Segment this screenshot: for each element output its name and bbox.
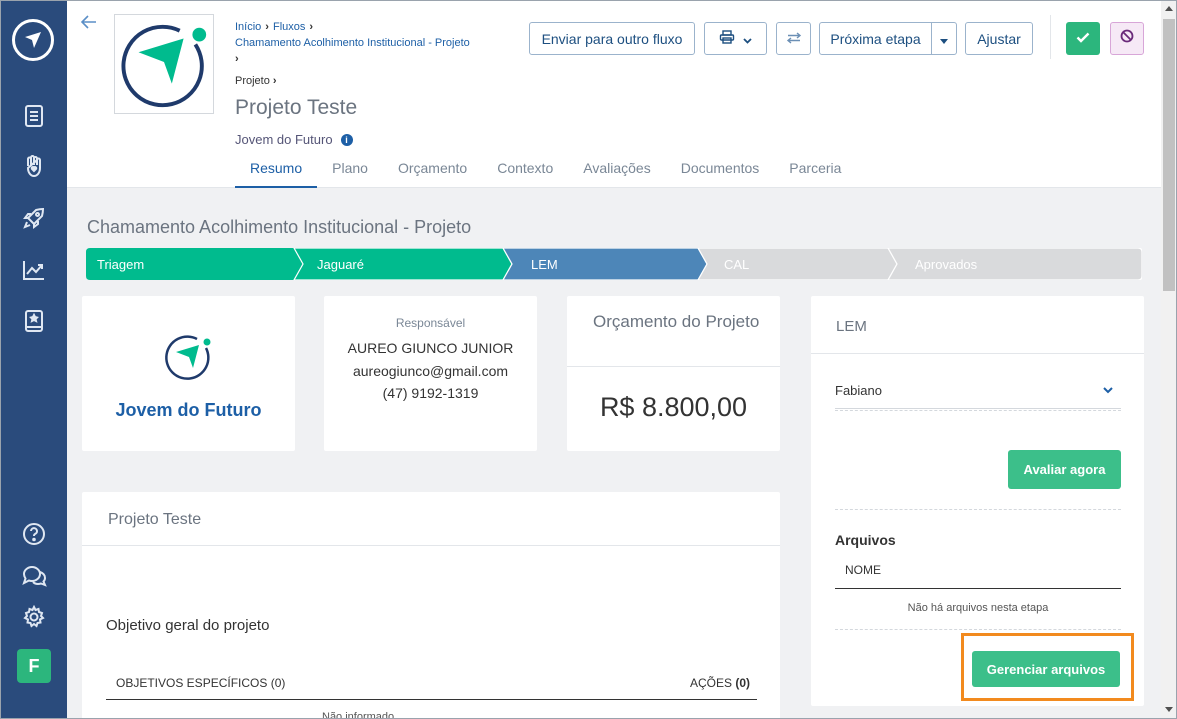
step-aprovados[interactable]: Aprovados xyxy=(915,248,977,280)
tab-documentos[interactable]: Documentos xyxy=(666,151,775,188)
tab-orcamento[interactable]: Orçamento xyxy=(383,151,482,188)
next-step-dropdown[interactable] xyxy=(931,22,957,55)
app-logo-icon[interactable] xyxy=(12,19,54,61)
organization-card: Jovem do Futuro xyxy=(82,296,295,451)
responsible-email: aureogiunco@gmail.com xyxy=(352,363,509,379)
app-window: F Início › Fluxos › Chamamento Acolhimento … xyxy=(0,0,1177,719)
step-jaguare[interactable]: Jaguaré xyxy=(317,248,364,280)
adjust-button[interactable]: Ajustar xyxy=(965,22,1033,55)
scrollbar-thumb[interactable] xyxy=(1163,19,1175,291)
organization-link[interactable]: Jovem do Futuro i xyxy=(235,132,353,147)
tab-parceria[interactable]: Parceria xyxy=(774,151,856,188)
chart-icon[interactable] xyxy=(20,256,48,284)
sidebar: F xyxy=(1,1,67,718)
actions-header: AÇÕES (0) xyxy=(690,676,750,690)
responsible-card: Responsável AUREO GIUNCO JUNIOR aureogiu… xyxy=(324,296,537,451)
chevron-down-icon xyxy=(743,31,752,47)
objectives-table-header-line xyxy=(106,699,757,700)
swap-button[interactable] xyxy=(776,22,811,55)
page-title: Projeto Teste xyxy=(235,96,358,119)
dashed-divider xyxy=(835,629,1121,630)
flow-steps-graphic xyxy=(86,248,1142,280)
budget-divider xyxy=(567,366,780,367)
stage-panel-divider xyxy=(811,353,1144,354)
breadcrumb-flow[interactable]: Chamamento Acolhimento Institucional - P… xyxy=(235,37,470,49)
toolbar-divider xyxy=(1050,15,1051,59)
specific-objectives-header: OBJETIVOS ESPECÍFICOS (0) xyxy=(116,676,286,690)
tab-resumo[interactable]: Resumo xyxy=(235,151,318,188)
dashed-divider xyxy=(835,410,1121,411)
actions-count: (0) xyxy=(735,676,751,690)
project-card-divider xyxy=(82,545,780,546)
evaluator-select[interactable]: Fabiano xyxy=(835,376,1121,409)
general-objective-label: Objetivo geral do projeto xyxy=(106,617,270,634)
evaluate-now-button[interactable]: Avaliar agora xyxy=(1008,450,1121,489)
printer-icon xyxy=(719,30,735,47)
organization-name[interactable]: Jovem do Futuro xyxy=(235,132,333,147)
project-header: Início › Fluxos › Chamamento Acolhimento In… xyxy=(67,1,1161,188)
organization-card-name[interactable]: Jovem do Futuro xyxy=(82,400,295,421)
budget-amount: R$ 8.800,00 xyxy=(599,392,748,422)
rocket-icon[interactable] xyxy=(20,204,48,232)
responsible-name: AUREO GIUNCO JUNIOR xyxy=(347,340,514,356)
highlight-box xyxy=(961,633,1134,701)
evaluator-selected-value: Fabiano xyxy=(835,383,882,398)
document-icon[interactable] xyxy=(20,102,48,130)
back-arrow-icon[interactable] xyxy=(80,15,97,34)
print-button[interactable] xyxy=(704,22,767,55)
flow-title: Chamamento Acolhimento Institucional - P… xyxy=(87,217,472,237)
send-to-flow-button[interactable]: Enviar para outro fluxo xyxy=(529,22,695,55)
breadcrumb-inicio[interactable]: Início xyxy=(235,21,261,33)
files-header-line xyxy=(835,588,1121,589)
responsible-label: Responsável xyxy=(395,316,466,330)
chevron-down-icon xyxy=(1103,382,1113,397)
chat-icon[interactable] xyxy=(20,562,48,590)
dashed-divider xyxy=(835,509,1121,510)
block-icon xyxy=(1120,29,1134,48)
swap-icon xyxy=(786,31,802,47)
user-avatar[interactable]: F xyxy=(17,649,51,683)
stage-panel-title: LEM xyxy=(836,318,867,335)
breadcrumb: Início › Fluxos › Chamamento Acolhimento In… xyxy=(235,21,470,65)
budget-card: Orçamento do Projeto R$ 8.800,00 xyxy=(567,296,780,451)
scroll-down-arrow[interactable] xyxy=(1165,707,1173,712)
page-scrollbar[interactable] xyxy=(1161,1,1176,718)
flow-steps: Triagem Jaguaré LEM CAL Aprovados xyxy=(86,248,1142,280)
reject-button[interactable] xyxy=(1110,22,1144,55)
breadcrumb-fluxos[interactable]: Fluxos xyxy=(273,21,305,33)
responsible-phone: (47) 9192-1319 xyxy=(382,385,479,401)
help-icon[interactable] xyxy=(20,520,48,548)
caret-down-icon xyxy=(940,31,948,47)
step-cal[interactable]: CAL xyxy=(724,248,749,280)
tab-plano[interactable]: Plano xyxy=(317,151,383,188)
hand-heart-icon[interactable] xyxy=(20,152,48,180)
organization-card-logo xyxy=(162,331,214,388)
info-icon[interactable]: i xyxy=(340,133,353,146)
check-icon xyxy=(1076,30,1090,48)
files-title: Arquivos xyxy=(835,532,896,548)
approve-button[interactable] xyxy=(1066,22,1100,55)
budget-label: Orçamento do Projeto xyxy=(593,312,760,331)
tab-contexto[interactable]: Contexto xyxy=(482,151,568,188)
files-column-name: NOME xyxy=(845,563,881,577)
book-icon[interactable] xyxy=(20,307,48,335)
scroll-up-arrow[interactable] xyxy=(1165,6,1173,11)
actions-label: AÇÕES xyxy=(690,676,733,690)
organization-logo xyxy=(114,14,214,114)
tab-avaliacoes[interactable]: Avaliações xyxy=(568,151,665,188)
gear-icon[interactable] xyxy=(20,603,48,631)
project-card: Projeto Teste Objetivo geral do projeto … xyxy=(82,492,780,719)
objectives-empty-text: Não informado xyxy=(322,711,395,719)
files-empty-text: Não há arquivos nesta etapa xyxy=(907,602,1049,614)
step-lem[interactable]: LEM xyxy=(531,248,558,280)
tab-bar: Resumo Plano Orçamento Contexto Avaliaçõ… xyxy=(235,151,856,188)
next-step-button[interactable]: Próxima etapa xyxy=(819,22,932,55)
step-triagem[interactable]: Triagem xyxy=(97,248,144,280)
breadcrumb-projeto: Projeto › xyxy=(235,75,277,87)
project-card-title: Projeto Teste xyxy=(108,511,202,528)
